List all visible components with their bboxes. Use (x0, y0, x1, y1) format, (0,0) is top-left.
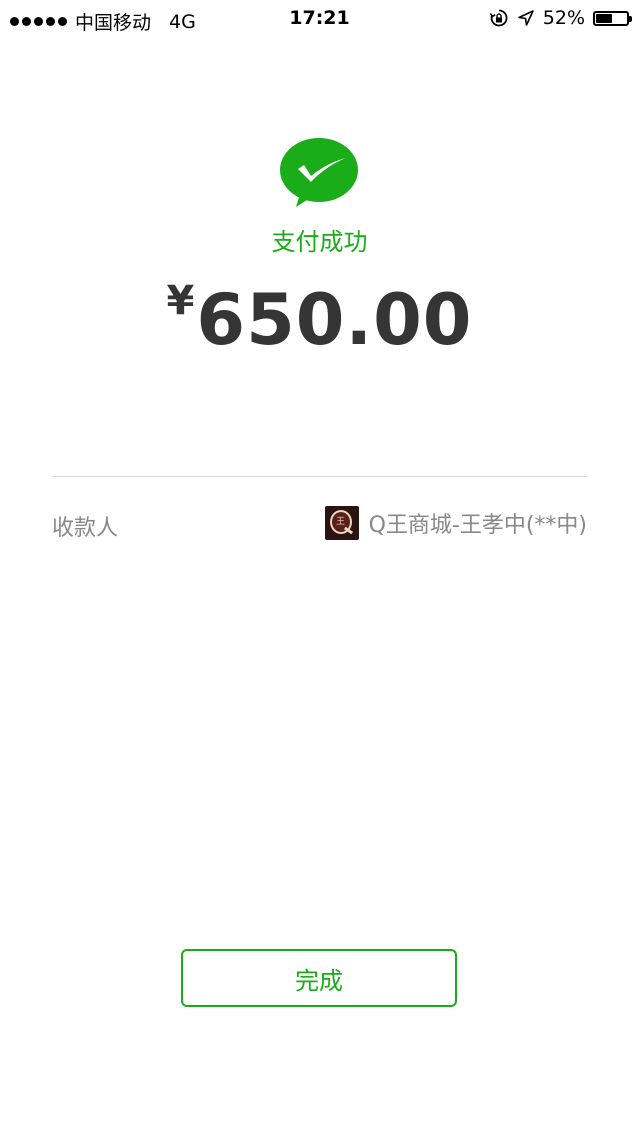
payee-name: Q王商城-王孝中(**中) (368, 513, 587, 538)
wechat-pay-success-icon (280, 138, 358, 207)
payee-label: 收款人 (52, 516, 119, 541)
battery-tip (629, 15, 632, 22)
status-bar-right: 52% (489, 7, 632, 29)
payee-info: 王 Q王商城-王孝中(**中) (324, 506, 587, 540)
battery-percent: 52% (542, 7, 585, 29)
currency-symbol: ¥ (166, 278, 195, 324)
battery-fill (596, 13, 612, 23)
rotation-lock-icon (489, 9, 508, 27)
location-arrow-icon (517, 10, 534, 26)
payment-success-text: 支付成功 (271, 228, 368, 256)
status-bar: 中国移动 4G 17:21 52% (0, 0, 639, 38)
payee-row: 收款人 王 Q王商城-王孝中(**中) (52, 506, 587, 544)
battery-icon (593, 10, 632, 26)
divider (52, 476, 587, 477)
done-button[interactable]: 完成 (181, 949, 457, 1007)
payment-amount: ¥650.00 (0, 278, 639, 361)
amount-value: 650.00 (196, 279, 473, 361)
merchant-logo-text: 王 (336, 517, 346, 527)
merchant-logo: 王 (324, 506, 359, 540)
